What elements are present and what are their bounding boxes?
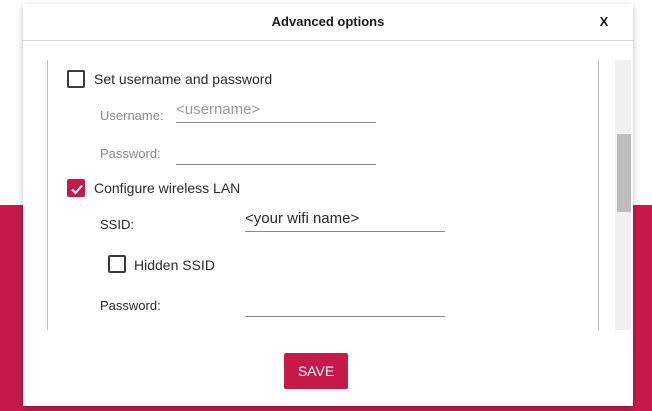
scrollbar-thumb[interactable] [617, 134, 631, 212]
hidden-ssid-checkbox[interactable] [108, 255, 126, 273]
configure-wifi-checkbox[interactable] [67, 179, 85, 197]
username-input[interactable]: <username> [176, 101, 376, 123]
hidden-ssid-label: Hidden SSID [134, 257, 215, 273]
wifi-password-label: Password: [100, 298, 161, 313]
ssid-label: SSID: [100, 217, 134, 232]
set-username-label: Set username and password [94, 71, 273, 87]
advanced-options-dialog: Advanced options X Set username and pass… [23, 4, 633, 406]
wifi-password-input[interactable] [245, 295, 445, 317]
close-button[interactable]: X [597, 14, 611, 30]
save-button[interactable]: SAVE [284, 353, 348, 389]
check-icon [71, 184, 83, 195]
dialog-title: Advanced options [271, 14, 385, 29]
ssid-input[interactable]: <your wifi name> [245, 210, 445, 232]
dialog-titlebar: Advanced options X [23, 4, 633, 41]
configure-wifi-label: Configure wireless LAN [94, 180, 241, 196]
set-username-checkbox[interactable] [67, 70, 85, 88]
password-label: Password: [100, 146, 161, 161]
password-input[interactable] [176, 143, 376, 165]
username-label: Username: [100, 108, 164, 123]
